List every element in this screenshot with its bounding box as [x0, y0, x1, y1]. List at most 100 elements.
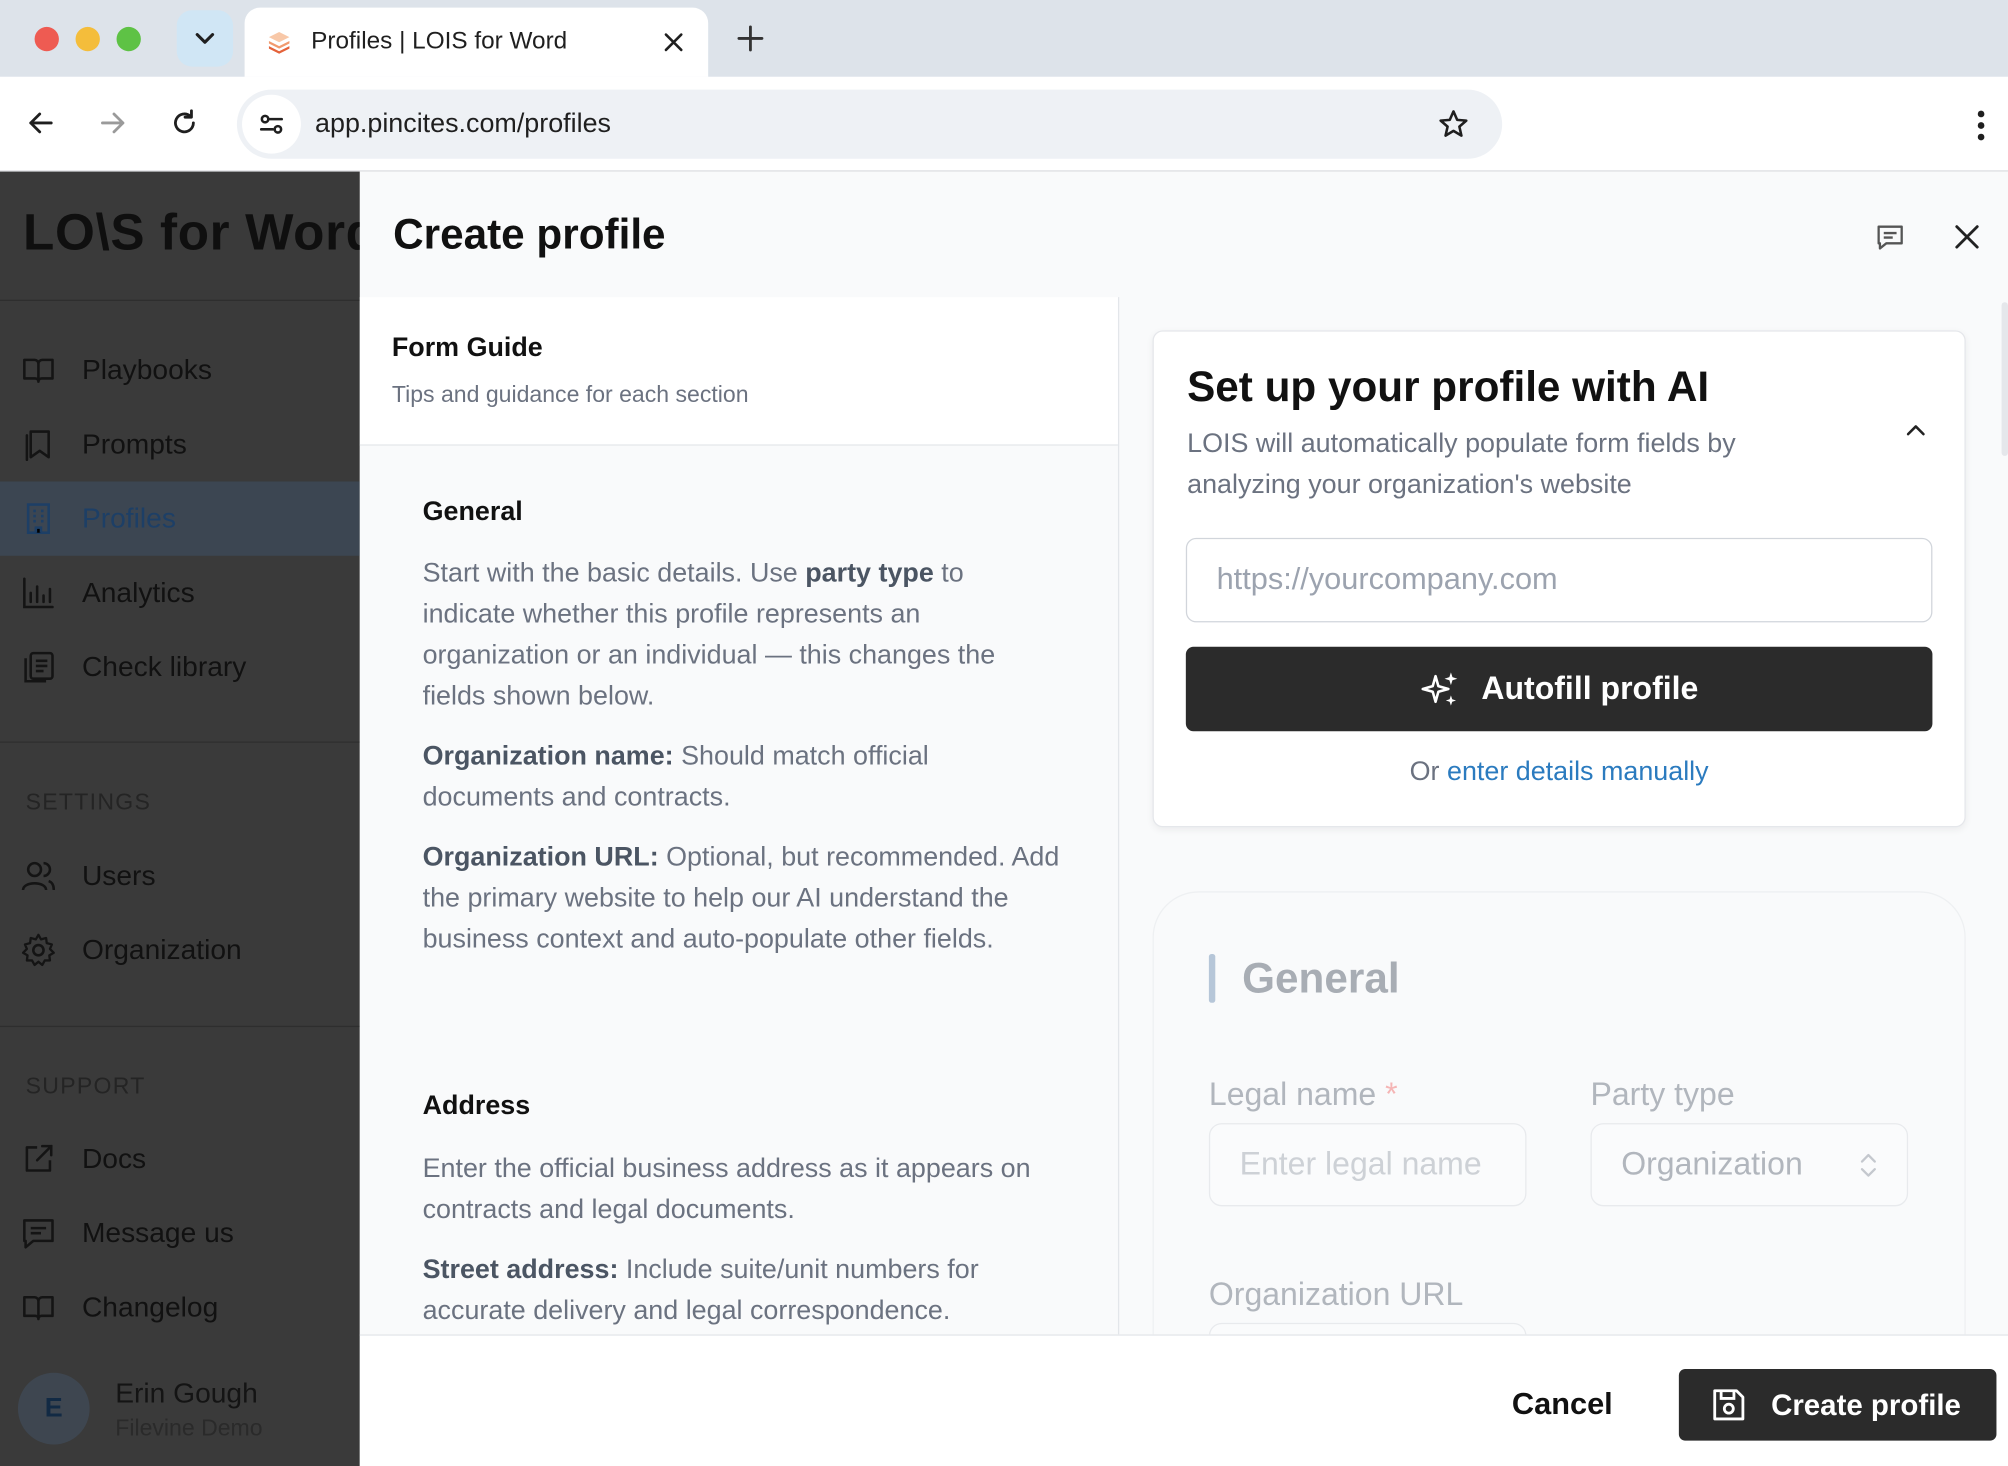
- close-icon: [664, 33, 683, 52]
- sidebar-item-changelog[interactable]: Changelog: [0, 1270, 360, 1344]
- window-close-button[interactable]: [34, 26, 59, 52]
- address-bar[interactable]: app.pincites.com/profiles: [236, 89, 1503, 159]
- browser-tab-profiles[interactable]: Profiles | LOIS for Word: [244, 7, 709, 77]
- bar-chart-icon: [20, 575, 56, 611]
- extensions-area: [1521, 84, 1964, 159]
- chevron-down-icon: [195, 33, 215, 44]
- library-icon: [20, 649, 56, 685]
- ai-setup-title: Set up your profile with AI: [1187, 362, 1710, 410]
- tab-close-button[interactable]: [654, 23, 692, 61]
- website-url-input[interactable]: [1185, 537, 1933, 623]
- window-minimize-button[interactable]: [75, 26, 100, 52]
- form-guide-title: Form Guide: [391, 332, 543, 363]
- back-button[interactable]: [18, 100, 64, 146]
- guide-street-tip: Street address: Include suite/unit numbe…: [422, 1254, 979, 1326]
- form-guide-subtitle: Tips and guidance for each section: [391, 381, 749, 408]
- party-type-label: Party type: [1590, 1076, 1735, 1113]
- create-profile-label: Create profile: [1771, 1387, 1961, 1421]
- guide-address-intro: Enter the official business address as i…: [422, 1153, 1031, 1225]
- sidebar-item-organization[interactable]: Organization: [0, 913, 360, 987]
- create-profile-dialog: Create profile Form Guide Tips and guida…: [359, 171, 2008, 1466]
- sidebar-divider: [0, 299, 360, 301]
- legal-name-input[interactable]: Enter legal name: [1208, 1123, 1527, 1207]
- browser-menu-button[interactable]: [1962, 102, 2000, 148]
- section-accent-bar: [1208, 954, 1216, 1003]
- window-maximize-button[interactable]: [116, 26, 141, 52]
- party-type-value: Organization: [1621, 1146, 1803, 1182]
- autofill-profile-button[interactable]: Autofill profile: [1185, 646, 1933, 732]
- user-profile[interactable]: E Erin Gough Filevine Demo: [17, 1372, 263, 1445]
- message-icon: [20, 1215, 56, 1251]
- sidebar-item-analytics[interactable]: Analytics: [0, 556, 360, 630]
- sidebar-divider: [0, 1025, 360, 1028]
- arrow-left-icon: [29, 112, 53, 134]
- plus-icon: [737, 25, 764, 52]
- org-url-input[interactable]: [1208, 1322, 1527, 1335]
- arrow-right-icon: [101, 112, 125, 134]
- forward-button[interactable]: [90, 100, 136, 146]
- book-open-icon: [20, 1290, 56, 1326]
- more-vertical-icon: [1977, 110, 1985, 141]
- tab-search-button[interactable]: [176, 10, 234, 67]
- guide-address-heading: Address: [422, 1091, 531, 1121]
- guide-general-heading: General: [422, 496, 523, 527]
- bookmark-star-button[interactable]: [1428, 99, 1479, 150]
- address-url[interactable]: app.pincites.com/profiles: [315, 109, 1428, 140]
- ai-setup-card: Set up your profile with AI LOIS will au…: [1152, 330, 1966, 828]
- create-profile-button[interactable]: Create profile: [1678, 1368, 1997, 1441]
- sidebar-item-label: Prompts: [81, 427, 187, 460]
- form-guide-header: Form Guide Tips and guidance for each se…: [359, 297, 1118, 446]
- feedback-button[interactable]: [1868, 215, 1912, 259]
- dialog-footer: Cancel Create profile: [359, 1334, 2008, 1466]
- dialog-close-button[interactable]: [1945, 215, 1989, 259]
- settings-heading: SETTINGS: [25, 788, 152, 815]
- external-link-icon: [20, 1141, 56, 1177]
- gear-icon: [20, 932, 56, 968]
- party-type-select[interactable]: Organization: [1590, 1123, 1909, 1207]
- ai-setup-subtitle: LOIS will automatically populate form fi…: [1187, 429, 1736, 500]
- site-info-button[interactable]: [242, 94, 301, 154]
- chevron-up-down-icon: [1860, 1153, 1876, 1177]
- sidebar-item-check-library[interactable]: Check library: [0, 630, 360, 704]
- sidebar-item-users[interactable]: Users: [0, 839, 360, 913]
- reload-button[interactable]: [161, 100, 207, 146]
- app-sidebar: LO\S for Word Playbooks Prompts Profiles…: [0, 171, 360, 1466]
- guide-org-url-tip: Organization URL: Optional, but recommen…: [422, 842, 1060, 955]
- legal-name-label: Legal name *: [1208, 1076, 1398, 1113]
- comment-icon: [1877, 225, 1903, 250]
- general-section-title: General: [1242, 954, 1400, 1002]
- sidebar-item-label: Analytics: [81, 576, 195, 609]
- save-icon: [1713, 1389, 1745, 1421]
- sidebar-item-label: Users: [81, 859, 156, 892]
- user-name: Erin Gough: [115, 1376, 258, 1409]
- reload-icon: [174, 109, 195, 134]
- app-logo: LO\S for Word: [23, 204, 360, 262]
- book-open-icon: [20, 352, 56, 388]
- user-org: Filevine Demo: [115, 1414, 263, 1441]
- star-icon: [1439, 110, 1468, 137]
- sidebar-item-label: Organization: [81, 933, 242, 966]
- required-mark: *: [1385, 1076, 1398, 1113]
- guide-org-name-tip: Organization name: Should match official…: [422, 741, 929, 812]
- cancel-button[interactable]: Cancel: [1487, 1369, 1638, 1441]
- chevron-up-icon: [1906, 425, 1925, 436]
- sidebar-item-label: Playbooks: [81, 353, 212, 386]
- sidebar-item-prompts[interactable]: Prompts: [0, 407, 360, 481]
- new-tab-button[interactable]: [730, 18, 771, 59]
- sidebar-item-profiles[interactable]: Profiles: [0, 481, 360, 556]
- sidebar-item-playbooks[interactable]: Playbooks: [0, 333, 360, 407]
- tune-icon: [259, 114, 284, 134]
- support-heading: SUPPORT: [25, 1073, 146, 1099]
- browser-tab-title: Profiles | LOIS for Word: [311, 28, 568, 56]
- sidebar-item-docs[interactable]: Docs: [0, 1122, 360, 1196]
- sidebar-item-message-us[interactable]: Message us: [0, 1196, 360, 1270]
- sidebar-item-label: Check library: [81, 650, 247, 683]
- ai-card-collapse-button[interactable]: [1897, 411, 1935, 449]
- sidebar-item-label: Changelog: [81, 1290, 219, 1323]
- sidebar-item-label: Docs: [81, 1142, 147, 1175]
- enter-details-manually-link[interactable]: enter details manually: [1447, 757, 1709, 786]
- screen: Profiles | LOIS for Word app.pincites.co…: [0, 0, 2008, 1466]
- building-icon: [20, 501, 56, 537]
- scrollbar[interactable]: [2001, 302, 2008, 456]
- lois-favicon-icon: [268, 32, 290, 54]
